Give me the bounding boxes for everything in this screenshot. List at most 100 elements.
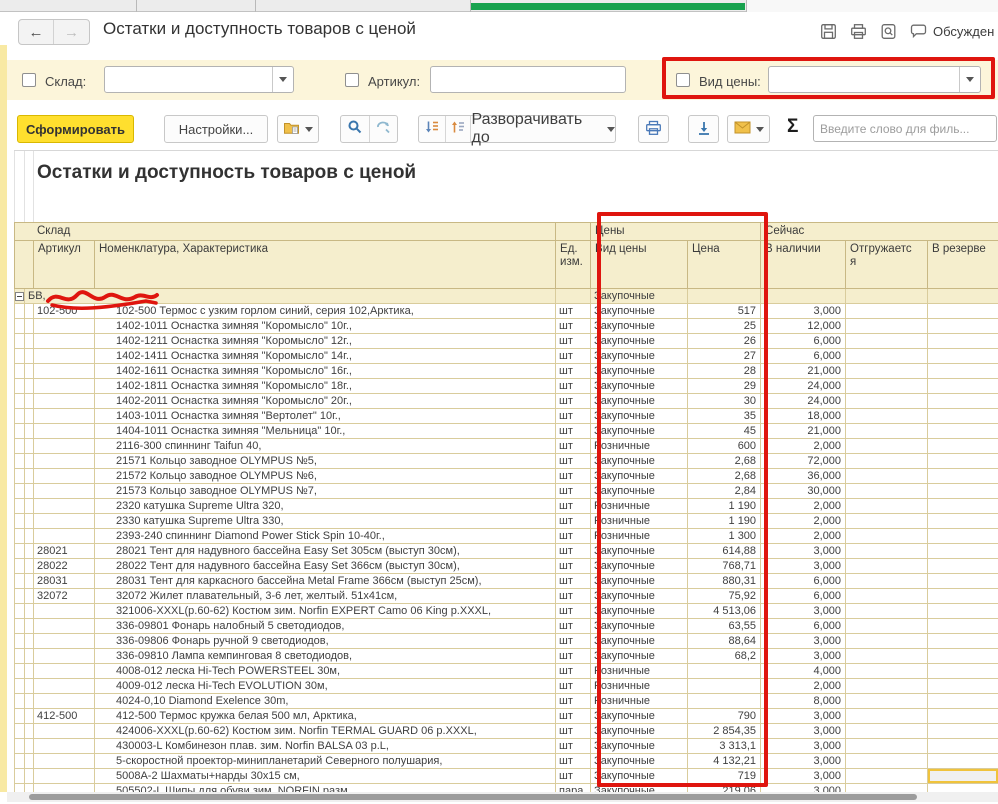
expand-cell[interactable] bbox=[15, 529, 25, 544]
expand-cell[interactable] bbox=[25, 769, 34, 784]
expand-cell[interactable] bbox=[15, 664, 25, 679]
print-button[interactable] bbox=[638, 115, 669, 143]
in-stock-cell[interactable]: 3,000 bbox=[761, 304, 846, 319]
price-cell[interactable]: 4 132,21 bbox=[688, 754, 761, 769]
in-stock-cell[interactable]: 24,000 bbox=[761, 379, 846, 394]
print-icon[interactable] bbox=[850, 23, 867, 40]
price-cell[interactable]: 75,92 bbox=[688, 589, 761, 604]
unit-cell[interactable]: шт bbox=[556, 484, 591, 499]
shipping-cell[interactable] bbox=[846, 484, 928, 499]
shipping-cell[interactable] bbox=[846, 544, 928, 559]
expand-cell[interactable] bbox=[25, 439, 34, 454]
reserved-header-cell[interactable]: В резерве bbox=[928, 241, 998, 289]
expand-cell[interactable] bbox=[15, 604, 25, 619]
in-stock-cell[interactable]: 6,000 bbox=[761, 619, 846, 634]
settings-button[interactable]: Настройки... bbox=[164, 115, 268, 143]
expand-cell[interactable] bbox=[15, 409, 25, 424]
unit-cell[interactable]: шт bbox=[556, 499, 591, 514]
expand-cell[interactable] bbox=[25, 304, 34, 319]
reserved-cell[interactable] bbox=[928, 754, 998, 769]
price-type-cell[interactable]: Закупочные bbox=[591, 589, 688, 604]
expand-cell[interactable] bbox=[15, 394, 25, 409]
article-cell[interactable] bbox=[34, 469, 95, 484]
unit-cell[interactable]: шт bbox=[556, 544, 591, 559]
unit-cell[interactable]: шт bbox=[556, 334, 591, 349]
reserved-cell[interactable] bbox=[928, 604, 998, 619]
unit-cell[interactable]: шт bbox=[556, 409, 591, 424]
unit-cell[interactable]: шт bbox=[556, 739, 591, 754]
price-type-cell[interactable]: Закупочные bbox=[591, 574, 688, 589]
expand-cell[interactable] bbox=[25, 424, 34, 439]
reserved-cell[interactable] bbox=[928, 439, 998, 454]
expand-cell[interactable] bbox=[25, 469, 34, 484]
unit-cell[interactable]: шт bbox=[556, 664, 591, 679]
expand-cell[interactable] bbox=[25, 739, 34, 754]
price-cell[interactable] bbox=[688, 664, 761, 679]
price-header-cell[interactable]: Цена bbox=[688, 241, 761, 289]
expand-cell[interactable] bbox=[25, 574, 34, 589]
in-stock-cell[interactable]: 3,000 bbox=[761, 649, 846, 664]
nomenclature-cell[interactable]: 1403-1011 Оснастка зимняя "Вертолет" 10г… bbox=[95, 409, 556, 424]
expand-cell[interactable] bbox=[25, 604, 34, 619]
article-cell[interactable] bbox=[34, 634, 95, 649]
article-cell[interactable] bbox=[34, 724, 95, 739]
unit-cell[interactable]: шт bbox=[556, 319, 591, 334]
reserved-cell[interactable] bbox=[928, 499, 998, 514]
unit-cell[interactable]: шт bbox=[556, 454, 591, 469]
shipping-cell[interactable] bbox=[846, 589, 928, 604]
in-stock-cell[interactable]: 3,000 bbox=[761, 604, 846, 619]
expand-cell[interactable] bbox=[25, 334, 34, 349]
unit-cell[interactable]: шт bbox=[556, 529, 591, 544]
in-stock-cell[interactable]: 8,000 bbox=[761, 694, 846, 709]
price-type-cell[interactable]: Закупочные bbox=[591, 394, 688, 409]
price-cell[interactable]: 28 bbox=[688, 364, 761, 379]
article-cell[interactable]: 32072 bbox=[34, 589, 95, 604]
article-cell[interactable] bbox=[34, 514, 95, 529]
send-mail-button[interactable] bbox=[727, 115, 770, 143]
price-cell[interactable]: 68,2 bbox=[688, 649, 761, 664]
expand-cell[interactable] bbox=[15, 769, 25, 784]
unit-cell[interactable]: шт bbox=[556, 304, 591, 319]
article-cell[interactable] bbox=[34, 679, 95, 694]
price-cell[interactable]: 1 300 bbox=[688, 529, 761, 544]
unit-cell[interactable]: шт bbox=[556, 634, 591, 649]
article-cell[interactable]: 28031 bbox=[34, 574, 95, 589]
nomenclature-cell[interactable]: 5-скоростной проектор-минипланетарий Сев… bbox=[95, 754, 556, 769]
in-stock-cell[interactable]: 24,000 bbox=[761, 394, 846, 409]
reserved-cell[interactable] bbox=[928, 334, 998, 349]
expand-cell[interactable] bbox=[25, 754, 34, 769]
warehouse-checkbox[interactable] bbox=[22, 73, 36, 87]
article-cell[interactable] bbox=[34, 754, 95, 769]
in-stock-cell[interactable]: 30,000 bbox=[761, 484, 846, 499]
price-type-cell[interactable]: Закупочные bbox=[591, 784, 688, 793]
price-type-cell[interactable]: Закупочные bbox=[591, 769, 688, 784]
in-stock-cell[interactable]: 2,000 bbox=[761, 529, 846, 544]
in-stock-cell[interactable]: 6,000 bbox=[761, 574, 846, 589]
shipping-cell[interactable] bbox=[846, 664, 928, 679]
unit-cell[interactable]: шт bbox=[556, 574, 591, 589]
price-cell[interactable]: 27 bbox=[688, 349, 761, 364]
shipping-cell[interactable] bbox=[846, 439, 928, 454]
article-cell[interactable] bbox=[34, 739, 95, 754]
article-cell[interactable] bbox=[34, 409, 95, 424]
expand-cell[interactable] bbox=[25, 409, 34, 424]
nomenclature-cell[interactable]: 2330 катушка Supreme Ultra 330, bbox=[95, 514, 556, 529]
price-type-cell[interactable]: Закупочные bbox=[591, 454, 688, 469]
price-cell[interactable]: 30 bbox=[688, 394, 761, 409]
expand-cell[interactable] bbox=[15, 694, 25, 709]
generate-button[interactable]: Сформировать bbox=[17, 115, 134, 143]
unit-cell[interactable]: шт bbox=[556, 679, 591, 694]
nomenclature-header-cell[interactable]: Номенклатура, Характеристика bbox=[95, 241, 556, 289]
expand-cell[interactable] bbox=[25, 454, 34, 469]
nomenclature-cell[interactable]: 21573 Кольцо заводное OLYMPUS №7, bbox=[95, 484, 556, 499]
price-cell[interactable]: 719 bbox=[688, 769, 761, 784]
sort-descending-button[interactable] bbox=[419, 116, 445, 142]
shipping-cell[interactable] bbox=[846, 394, 928, 409]
nomenclature-cell[interactable]: 505502-L Шипы для обуви зим. NORFIN разм… bbox=[95, 784, 556, 793]
shipping-cell[interactable] bbox=[846, 409, 928, 424]
expand-cell[interactable] bbox=[15, 424, 25, 439]
expand-cell[interactable] bbox=[15, 514, 25, 529]
price-type-cell[interactable]: Закупочные bbox=[591, 619, 688, 634]
price-cell[interactable]: 790 bbox=[688, 709, 761, 724]
nomenclature-cell[interactable]: 21572 Кольцо заводное OLYMPUS №6, bbox=[95, 469, 556, 484]
